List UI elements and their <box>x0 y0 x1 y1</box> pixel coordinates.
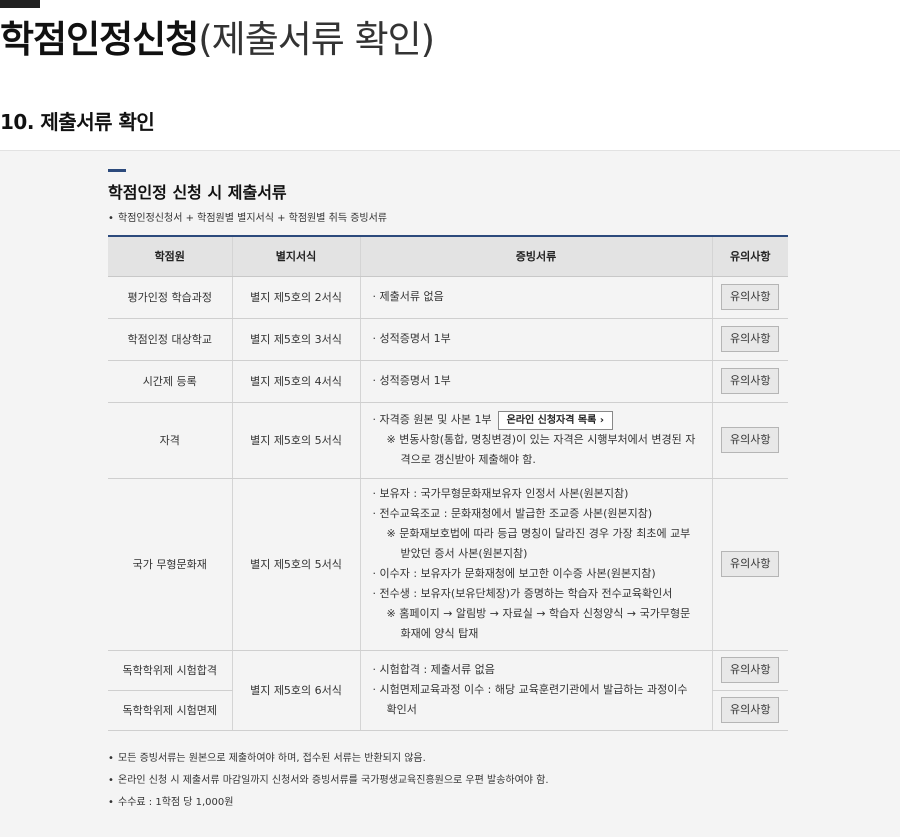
panel-accent-bar <box>108 169 126 172</box>
page-title-main: 학점인정신청 <box>0 18 199 61</box>
doc-line: · 자격증 원본 및 사본 1부 온라인 신청자격 목록 › <box>373 410 700 430</box>
doc-line: · 보유자 : 국가무형문화재보유자 인정서 사본(원본지참) <box>372 487 629 500</box>
notes-button[interactable]: 유의사항 <box>721 326 780 352</box>
cell-notes: 유의사항 <box>711 318 788 361</box>
cell-notes: 유의사항 <box>711 690 788 731</box>
cell-notes: 유의사항 <box>711 276 788 319</box>
table-row: 자격 별지 제5호의 5서식 · 자격증 원본 및 사본 1부 온라인 신청자격 … <box>108 402 788 479</box>
doc-line: · 전수교육조교 : 문화재청에서 발급한 조교증 사본(원본지참) <box>372 507 653 520</box>
doc-line: 화재에 양식 탑재 <box>400 627 479 640</box>
notes-button[interactable]: 유의사항 <box>721 657 780 683</box>
notes-button[interactable]: 유의사항 <box>721 284 780 310</box>
table-row: 평가인정 학습과정 별지 제5호의 2서식 · 제출서류 없음 유의사항 <box>108 276 788 319</box>
doc-line: 격으로 갱신받아 제출해야 함. <box>400 453 536 466</box>
doc-line-text: · 자격증 원본 및 사본 1부 <box>372 413 492 426</box>
cell-documents: · 보유자 : 국가무형문화재보유자 인정서 사본(원본지참) · 전수교육조교… <box>359 478 712 651</box>
doc-line: · 시험합격 : 제출서류 없음 <box>372 663 495 676</box>
doc-line: · 전수생 : 보유자(보유단체장)가 증명하는 학습자 전수교육확인서 <box>372 587 673 600</box>
doc-line: ※ 홈페이지 → 알림방 → 자료실 → 학습자 신청양식 → 국가무형문 <box>386 607 691 620</box>
bullet-icon: • <box>108 213 114 224</box>
table-header-row: 학점원 별지서식 증빙서류 유의사항 <box>108 235 788 277</box>
header-notes: 유의사항 <box>711 235 788 277</box>
cell-source: 자격 <box>108 402 232 479</box>
doc-line: · 성적증명서 1부 <box>372 332 451 345</box>
doc-line: · 제출서류 없음 <box>372 290 444 303</box>
footnote-text: 모든 증빙서류는 원본으로 제출하여야 하며, 접수된 서류는 반환되지 않음. <box>118 753 426 764</box>
notes-button[interactable]: 유의사항 <box>721 697 780 723</box>
cell-source: 평가인정 학습과정 <box>108 276 232 319</box>
table-row: 학점인정 대상학교 별지 제5호의 3서식 · 성적증명서 1부 유의사항 <box>108 318 788 361</box>
documents-panel: 학점인정 신청 시 제출서류 • 학점인정신청서 + 학점원별 별지서식 + 학점… <box>0 150 900 837</box>
cell-form: 별지 제5호의 3서식 <box>231 318 360 361</box>
cell-form: 별지 제5호의 5서식 <box>231 478 360 651</box>
cell-notes: 유의사항 <box>711 478 788 651</box>
cell-form: 별지 제5호의 6서식 <box>231 650 360 731</box>
cell-notes: 유의사항 <box>711 360 788 403</box>
doc-line: 받았던 증서 사본(원본지참) <box>400 547 528 560</box>
online-qualification-list-button[interactable]: 온라인 신청자격 목록 › <box>497 411 613 430</box>
header-source: 학점원 <box>108 235 232 277</box>
cell-documents: · 제출서류 없음 <box>359 276 712 319</box>
footnote: • 수수료 : 1학점 당 1,000원 <box>108 793 233 808</box>
cell-source: 학점인정 대상학교 <box>108 318 232 361</box>
chevron-right-icon: › <box>599 415 604 426</box>
header-form: 별지서식 <box>231 235 360 277</box>
doc-line: ※ 문화재보호법에 따라 등급 명칭이 달라진 경우 가장 최초에 교부 <box>386 527 691 540</box>
bullet-icon: • <box>108 753 114 764</box>
documents-table: 학점원 별지서식 증빙서류 유의사항 평가인정 학습과정 별지 제5호의 2서식… <box>108 235 788 731</box>
cell-documents: · 자격증 원본 및 사본 1부 온라인 신청자격 목록 › ※ 변동사항(통합,… <box>359 402 712 479</box>
cell-form: 별지 제5호의 5서식 <box>231 402 360 479</box>
cell-notes: 유의사항 <box>711 650 788 691</box>
notes-button[interactable]: 유의사항 <box>721 427 780 453</box>
online-button-label: 온라인 신청자격 목록 <box>506 415 597 426</box>
footnote: • 모든 증빙서류는 원본으로 제출하여야 하며, 접수된 서류는 반환되지 않음… <box>108 749 426 764</box>
panel-subtitle-text: 학점인정신청서 + 학점원별 별지서식 + 학점원별 취득 증빙서류 <box>118 213 388 224</box>
doc-line: 확인서 <box>386 703 417 716</box>
page-title-sub: (제출서류 확인) <box>198 18 435 61</box>
table-row: 시간제 등록 별지 제5호의 4서식 · 성적증명서 1부 유의사항 <box>108 360 788 403</box>
footnote-text: 수수료 : 1학점 당 1,000원 <box>118 797 234 808</box>
title-marker <box>0 0 40 8</box>
cell-documents: · 성적증명서 1부 <box>359 360 712 403</box>
cell-documents: · 성적증명서 1부 <box>359 318 712 361</box>
doc-line: · 성적증명서 1부 <box>372 374 451 387</box>
cell-source: 국가 무형문화재 <box>108 478 232 651</box>
doc-line: ※ 변동사항(통합, 명칭변경)이 있는 자격은 시행부처에서 변경된 자 <box>386 433 696 446</box>
panel-subtitle: • 학점인정신청서 + 학점원별 별지서식 + 학점원별 취득 증빙서류 <box>108 209 387 224</box>
doc-line: · 이수자 : 보유자가 문화재청에 보고한 이수증 사본(원본지참) <box>372 567 656 580</box>
cell-notes: 유의사항 <box>711 402 788 479</box>
cell-source: 독학학위제 시험합격 <box>108 650 232 691</box>
footnote: • 온라인 신청 시 제출서류 마감일까지 신청서와 증빙서류를 국가평생교육진흥… <box>108 771 549 786</box>
section-heading: 10. 제출서류 확인 <box>0 110 155 134</box>
footnote-text: 온라인 신청 시 제출서류 마감일까지 신청서와 증빙서류를 국가평생교육진흥원… <box>118 775 549 786</box>
notes-button[interactable]: 유의사항 <box>721 368 780 394</box>
header-documents: 증빙서류 <box>359 235 712 277</box>
cell-form: 별지 제5호의 4서식 <box>231 360 360 403</box>
bullet-icon: • <box>108 775 114 786</box>
panel-title: 학점인정 신청 시 제출서류 <box>108 183 287 202</box>
doc-line: · 시험면제교육과정 이수 : 해당 교육훈련기관에서 발급하는 과정이수 <box>372 683 688 696</box>
cell-source: 독학학위제 시험면제 <box>108 690 232 731</box>
table-row: 국가 무형문화재 별지 제5호의 5서식 · 보유자 : 국가무형문화재보유자 … <box>108 478 788 651</box>
cell-form: 별지 제5호의 2서식 <box>231 276 360 319</box>
notes-button[interactable]: 유의사항 <box>721 551 780 577</box>
table-row: 독학학위제 시험합격 별지 제5호의 6서식 · 시험합격 : 제출서류 없음 … <box>108 650 788 731</box>
cell-source: 시간제 등록 <box>108 360 232 403</box>
cell-documents: · 시험합격 : 제출서류 없음 · 시험면제교육과정 이수 : 해당 교육훈련… <box>359 650 712 731</box>
bullet-icon: • <box>108 797 114 808</box>
page-title: 학점인정신청(제출서류 확인) <box>0 14 435 66</box>
